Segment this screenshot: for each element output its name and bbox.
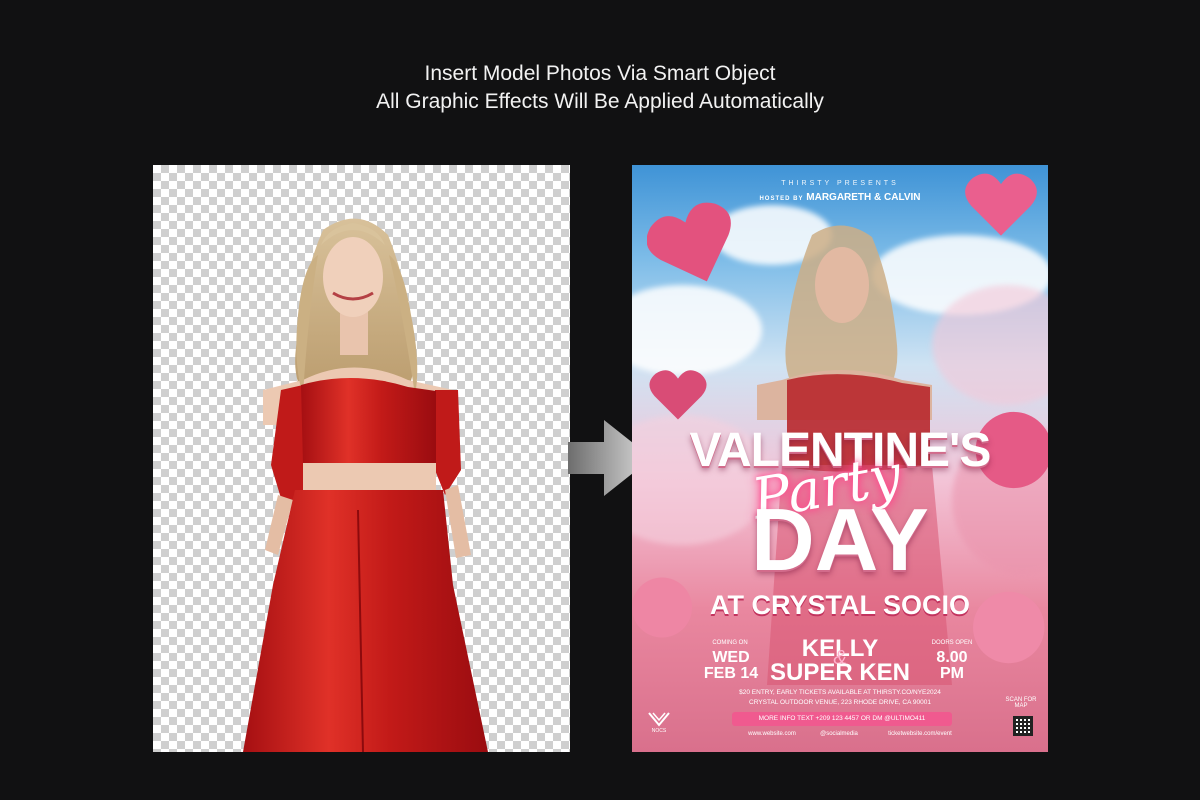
headline-line-2: All Graphic Effects Will Be Applied Auto… — [376, 90, 824, 113]
model-photo-panel — [153, 165, 570, 752]
hosted-by-names: MARGARETH & CALVIN — [806, 192, 921, 203]
heart-icon — [647, 202, 731, 282]
performer-2: SUPER KEN — [769, 659, 911, 686]
title-day: DAY — [751, 490, 929, 589]
footer-tickets: ticketwebsite.com/event — [888, 731, 952, 737]
headline-line-1: Insert Model Photos Via Smart Object — [424, 62, 776, 85]
heart-icon — [965, 173, 1037, 236]
poster-preview: THIRSTY PRESENTS HOSTED BY MARGARETH & C… — [632, 165, 1048, 752]
footer-website: www.website.com — [748, 731, 796, 737]
venue-title: AT CRYSTAL SOCIO — [709, 590, 970, 620]
scan-for-map-label: SCAN FOR MAP — [1005, 697, 1037, 709]
headline: Insert Model Photos Via Smart Object All… — [0, 60, 1200, 116]
model-figure — [243, 218, 488, 752]
presents-text: THIRSTY PRESENTS — [781, 180, 899, 187]
footer-social: @socialmedia — [820, 731, 858, 737]
hosted-by: HOSTED BY MARGARETH & CALVIN — [632, 192, 1048, 203]
logo-icon — [648, 712, 670, 727]
entry-line: $20 ENTRY, EARLY TICKETS AVAILABLE AT TH… — [739, 689, 941, 696]
venue-line: CRYSTAL OUTDOOR VENUE, 223 RHODE DRIVE, … — [749, 699, 931, 706]
doors-open-label: DOORS OPEN — [931, 640, 973, 646]
heart-icon — [649, 370, 707, 420]
date-full: FEB 14 — [703, 665, 759, 682]
logo-text: NOCS — [651, 728, 667, 734]
qr-code-icon — [1013, 716, 1033, 736]
doors-ampm: PM — [940, 665, 964, 682]
hosted-by-label: HOSTED BY — [759, 196, 804, 202]
more-info-text: MORE INFO TEXT +209 123 4457 OR DM @ULTI… — [758, 715, 926, 722]
coming-on-label: COMING ON — [712, 640, 748, 646]
